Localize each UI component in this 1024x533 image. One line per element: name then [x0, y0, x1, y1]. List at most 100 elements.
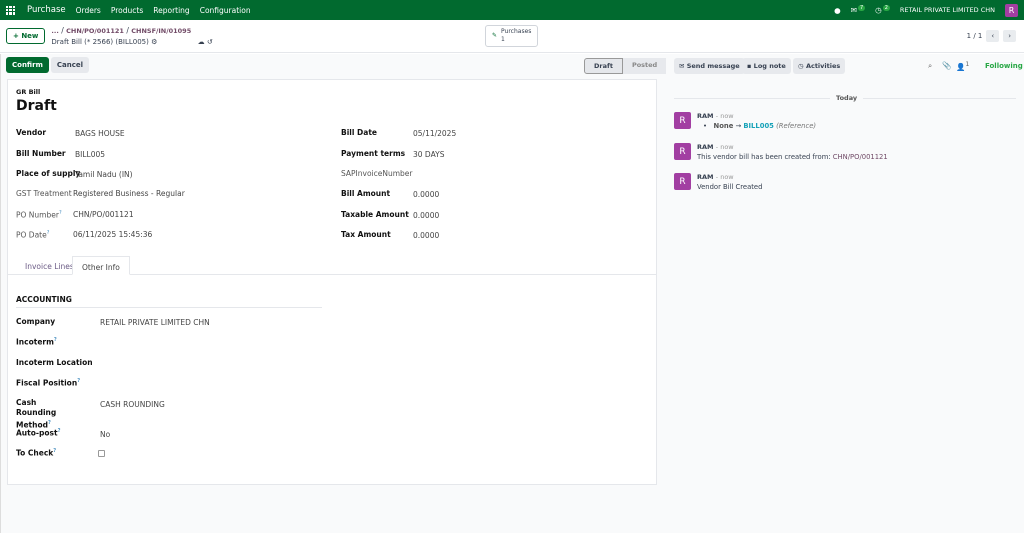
author-name[interactable]: RAM	[697, 143, 714, 151]
auto-post-label: Auto-post	[16, 428, 58, 438]
edit-icon: ✎	[492, 32, 498, 39]
fiscal-position-label: Fiscal Position	[16, 378, 78, 388]
pager: 1 / 1 ‹ ›	[967, 30, 1016, 42]
status-posted[interactable]: Posted	[622, 58, 667, 74]
tax-amount-field: 0.0000	[413, 231, 440, 240]
gst-treatment-label: GST Treatment	[16, 189, 72, 198]
menu-orders[interactable]: Orders	[76, 6, 101, 15]
company-switcher[interactable]: RETAIL PRIVATE LIMITED CHN	[900, 6, 995, 14]
po-number-field[interactable]: CHN/PO/001121	[73, 210, 134, 219]
breadcrumb-ellipsis[interactable]: ...	[51, 27, 58, 35]
bill-number-field[interactable]: BILL005	[75, 150, 105, 159]
activities-label: Activities	[805, 62, 841, 70]
message-time: - now	[715, 112, 734, 120]
author-avatar: R	[674, 143, 691, 160]
breadcrumb: ... / CHN/PO/001121 / CHNSF/IN/01095 Dra…	[51, 25, 213, 46]
cash-rounding-field[interactable]: CASH ROUNDING	[100, 400, 165, 409]
company-field[interactable]: RETAIL PRIVATE LIMITED CHN	[100, 318, 210, 327]
activities-clock-icon[interactable]: ◷ 2	[875, 5, 890, 15]
help-icon[interactable]: ?	[58, 428, 61, 434]
status-draft[interactable]: Draft	[584, 58, 623, 74]
purchases-smart-button[interactable]: ✎ Purchases 1	[485, 25, 539, 47]
help-icon[interactable]: ?	[53, 448, 56, 454]
author-name[interactable]: RAM	[697, 173, 714, 181]
bill-date-field[interactable]: 05/11/2025	[413, 129, 456, 138]
company-label: Company	[16, 317, 56, 326]
notebook-tabs: Invoice Lines Other Info	[8, 256, 656, 275]
user-avatar[interactable]: R	[1005, 3, 1018, 17]
smart-label: Purchases	[501, 28, 532, 35]
menu-configuration[interactable]: Configuration	[200, 6, 251, 15]
vendor-field[interactable]: BAGS HOUSE	[75, 129, 125, 138]
activities-button[interactable]: ◷ Activities	[793, 58, 846, 74]
discard-icon[interactable]: ↺	[207, 38, 213, 46]
help-icon[interactable]: ?	[54, 337, 57, 343]
help-icon[interactable]: ?	[47, 230, 50, 236]
message-time: - now	[715, 143, 734, 151]
author-avatar: R	[674, 173, 691, 190]
search-icon[interactable]: ⌕	[928, 61, 932, 71]
messages-icon[interactable]: ✉ 7	[851, 5, 866, 15]
tab-other-info[interactable]: Other Info	[72, 256, 130, 275]
breadcrumb-po[interactable]: CHN/PO/001121	[66, 27, 124, 35]
record-title: Draft Bill (* 2566) (BILL005)	[51, 37, 149, 46]
cancel-button[interactable]: Cancel	[50, 57, 90, 73]
smart-count: 1	[501, 36, 505, 43]
auto-post-field[interactable]: No	[100, 430, 110, 439]
new-button[interactable]: + New	[6, 28, 46, 44]
new-value: BILL005	[743, 122, 774, 130]
form-title: Draft	[16, 98, 57, 114]
gear-icon[interactable]: ⚙	[151, 38, 157, 46]
drop-icon[interactable]: ●	[834, 6, 841, 15]
payment-terms-field[interactable]: 30 DAYS	[413, 150, 444, 159]
chatter-message: R RAM - now Vendor Bill Created	[674, 173, 762, 191]
po-date-field[interactable]: 06/11/2025 15:45:36	[73, 230, 152, 239]
menu-products[interactable]: Products	[111, 6, 143, 15]
date-label: Today	[830, 94, 864, 102]
gst-treatment-field[interactable]: Registered Business - Regular	[73, 189, 185, 198]
pager-next-icon[interactable]: ›	[1003, 30, 1016, 42]
author-name[interactable]: RAM	[697, 112, 714, 120]
incoterm-location-label: Incoterm Location	[16, 358, 93, 367]
help-icon[interactable]: ?	[59, 210, 62, 216]
apps-menu-icon[interactable]	[6, 5, 15, 15]
help-icon[interactable]: ?	[48, 420, 51, 426]
note-icon: ▪	[747, 62, 752, 70]
chatter-message: R RAM - now This vendor bill has been cr…	[674, 143, 888, 161]
message-text: This vendor bill has been created from:	[697, 153, 831, 161]
field-name: (Reference)	[776, 122, 817, 130]
sap-invoice-label: SAPInvoiceNumber	[341, 169, 413, 178]
followers-icon[interactable]: 👤1	[956, 61, 969, 72]
pager-value[interactable]: 1 / 1	[967, 32, 983, 40]
paperclip-icon[interactable]: 📎	[942, 61, 951, 70]
bill-amount-field: 0.0000	[413, 190, 440, 199]
bill-number-label: Bill Number	[16, 149, 66, 158]
menu-reporting[interactable]: Reporting	[153, 6, 189, 15]
vendor-label: Vendor	[16, 128, 47, 137]
log-note-button[interactable]: ▪ Log note	[742, 58, 791, 74]
place-of-supply-label: Place of supply	[16, 169, 81, 178]
help-icon[interactable]: ?	[77, 378, 80, 384]
new-label: New	[21, 32, 39, 40]
po-date-label: PO Date	[16, 230, 47, 240]
place-of-supply-field[interactable]: Tamil Nadu (IN)	[75, 170, 133, 179]
tax-amount-label: Tax Amount	[341, 230, 391, 239]
message-text: Vendor Bill Created	[697, 183, 763, 191]
control-panel: + New ... / CHN/PO/001121 / CHNSF/IN/010…	[0, 20, 1024, 53]
breadcrumb-invoice[interactable]: CHNSF/IN/01095	[131, 27, 191, 35]
following-button[interactable]: Following	[985, 62, 1023, 70]
status-bar: Draft Posted	[584, 58, 667, 74]
taxable-amount-label: Taxable Amount	[341, 210, 409, 219]
confirm-button[interactable]: Confirm	[6, 57, 49, 73]
log-label: Log note	[753, 62, 786, 70]
po-link[interactable]: CHN/PO/001121	[833, 153, 888, 161]
message-time: - now	[715, 173, 734, 181]
save-cloud-icon[interactable]: ☁	[198, 38, 205, 46]
pager-prev-icon[interactable]: ‹	[986, 30, 1000, 42]
envelope-icon: ✉	[679, 62, 685, 70]
app-name[interactable]: Purchase	[27, 5, 66, 15]
chatter-message: R RAM - now • None → BILL005 (Reference)	[674, 112, 816, 130]
payment-terms-label: Payment terms	[341, 149, 406, 158]
to-check-checkbox[interactable]	[98, 450, 105, 457]
send-message-button[interactable]: ✉ Send message	[674, 58, 745, 74]
